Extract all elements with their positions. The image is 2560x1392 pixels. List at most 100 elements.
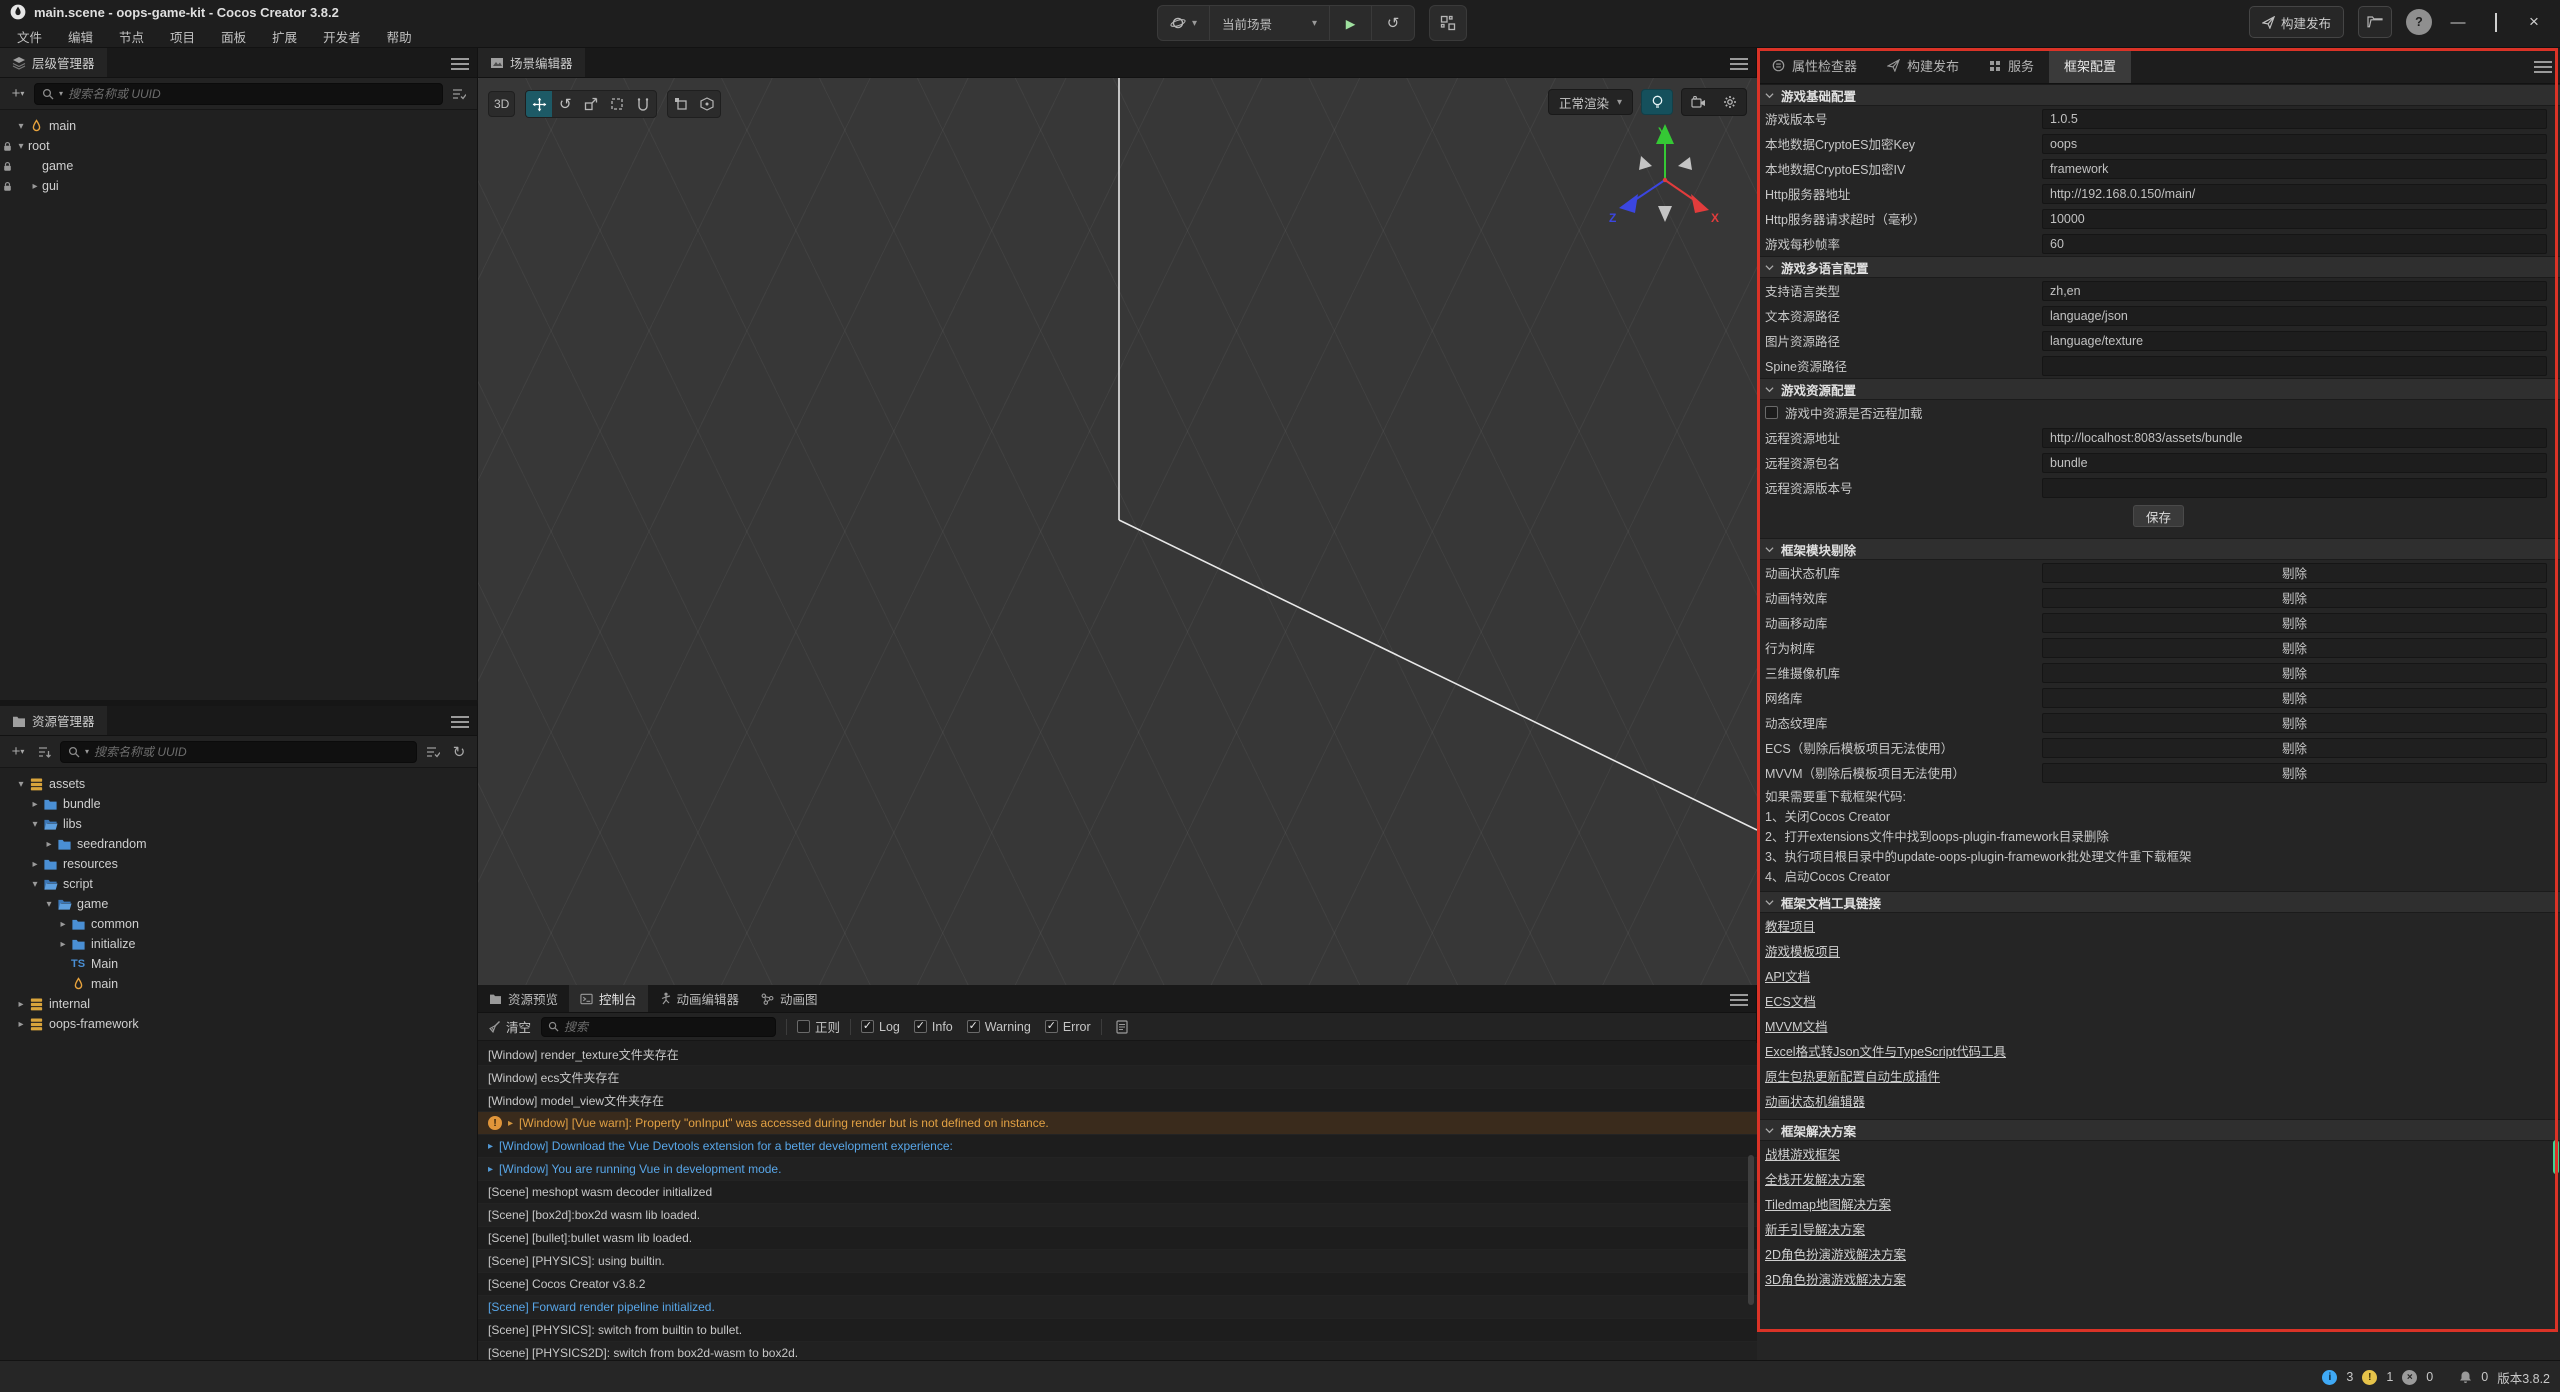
remove-module-button[interactable]: 剔除 xyxy=(2042,663,2547,683)
console-tab-动画图[interactable]: 动画图 xyxy=(750,985,829,1012)
expander-icon[interactable]: ▾ xyxy=(14,779,28,790)
menu-item-扩展[interactable]: 扩展 xyxy=(259,27,310,46)
maximize-button[interactable] xyxy=(2484,14,2508,31)
log-row[interactable]: [Scene] [bullet]:bullet wasm lib loaded. xyxy=(478,1227,1757,1250)
remove-module-button[interactable]: 剔除 xyxy=(2042,688,2547,708)
bell-icon[interactable] xyxy=(2459,1370,2472,1384)
inspector-tab-框架配置[interactable]: 框架配置 xyxy=(2049,48,2131,83)
inspector-tab-属性检查器[interactable]: 属性检查器 xyxy=(1757,48,1872,83)
log-row[interactable]: [Scene] meshopt wasm decoder initialized xyxy=(478,1181,1757,1204)
link-2D角色扮演游戏解决方案[interactable]: 2D角色扮演游戏解决方案 xyxy=(1765,1244,1906,1263)
expander-icon[interactable]: ▸ xyxy=(42,839,56,850)
expander-icon[interactable]: ▸ xyxy=(28,181,42,192)
assets-filter-icon[interactable] xyxy=(423,742,443,762)
search-filter-chevron-icon[interactable]: ▾ xyxy=(85,747,89,756)
property-input[interactable]: http://localhost:8083/assets/bundle xyxy=(2042,428,2547,448)
log-row[interactable]: [Scene] [PHYSICS2D]: switch from box2d-w… xyxy=(478,1342,1757,1360)
tree-row-internal[interactable]: ▸internal xyxy=(0,994,477,1014)
menu-item-节点[interactable]: 节点 xyxy=(106,27,157,46)
coordinate-mode-button[interactable] xyxy=(694,91,720,117)
expander-icon[interactable]: ▸ xyxy=(56,919,70,930)
log-row[interactable]: [Scene] [PHYSICS]: using builtin. xyxy=(478,1250,1757,1273)
inspector-scrollbar[interactable] xyxy=(2553,1140,2559,1174)
property-input[interactable]: zh,en xyxy=(2042,281,2547,301)
remote-load-checkbox-row[interactable]: 游戏中资源是否远程加载 xyxy=(1757,400,2560,425)
tree-row-game[interactable]: ▾game xyxy=(0,894,477,914)
tree-row-resources[interactable]: ▸resources xyxy=(0,854,477,874)
section-header-docs[interactable]: 框架文档工具链接 xyxy=(1757,891,2560,913)
expander-icon[interactable]: ▸ xyxy=(28,799,42,810)
tree-row-main[interactable]: main xyxy=(0,974,477,994)
scene-tab[interactable]: 场景编辑器 xyxy=(478,48,585,77)
link-Tiledmap地图解决方案[interactable]: Tiledmap地图解决方案 xyxy=(1765,1194,1891,1213)
tree-row-script[interactable]: ▾script xyxy=(0,874,477,894)
tree-row-assets[interactable]: ▾assets xyxy=(0,774,477,794)
link-新手引导解决方案[interactable]: 新手引导解决方案 xyxy=(1765,1219,1865,1238)
tree-row-root[interactable]: ▾root xyxy=(0,136,477,156)
hierarchy-search-input[interactable] xyxy=(68,87,435,101)
property-input[interactable] xyxy=(2042,356,2547,376)
section-header-solutions[interactable]: 框架解决方案 xyxy=(1757,1119,2560,1141)
section-header-game-lang[interactable]: 游戏多语言配置 xyxy=(1757,256,2560,278)
property-input[interactable]: bundle xyxy=(2042,453,2547,473)
pivot-mode-button[interactable] xyxy=(668,91,694,117)
remove-module-button[interactable]: 剔除 xyxy=(2042,713,2547,733)
inspector-menu-icon[interactable] xyxy=(2534,58,2552,76)
preview-target-select[interactable]: ▾ xyxy=(1158,6,1210,40)
log-file-icon[interactable] xyxy=(1112,1017,1132,1037)
link-游戏模板项目[interactable]: 游戏模板项目 xyxy=(1765,941,1840,960)
tree-row-bundle[interactable]: ▸bundle xyxy=(0,794,477,814)
property-input[interactable]: oops xyxy=(2042,134,2547,154)
property-input[interactable]: 1.0.5 xyxy=(2042,109,2547,129)
toggle-3d-button[interactable]: 3D xyxy=(488,91,515,117)
menu-item-编辑[interactable]: 编辑 xyxy=(55,27,106,46)
filter-checkbox-Error[interactable]: ✓Error xyxy=(1045,1020,1091,1034)
property-input[interactable]: language/texture xyxy=(2042,331,2547,351)
property-input[interactable]: http://192.168.0.150/main/ xyxy=(2042,184,2547,204)
refresh-assets-icon[interactable]: ↻ xyxy=(449,742,469,762)
log-row[interactable]: [Scene] Forward render pipeline initiali… xyxy=(478,1296,1757,1319)
hierarchy-filter-icon[interactable] xyxy=(449,84,469,104)
console-log-list[interactable]: [Window] render_texture文件夹存在[Window] ecs… xyxy=(478,1043,1757,1360)
log-row[interactable]: [Scene] Cocos Creator v3.8.2 xyxy=(478,1273,1757,1296)
link-教程项目[interactable]: 教程项目 xyxy=(1765,916,1815,935)
expander-icon[interactable]: ▾ xyxy=(14,121,28,132)
preview-device-button[interactable] xyxy=(1429,5,1467,41)
remove-module-button[interactable]: 剔除 xyxy=(2042,738,2547,758)
assets-tab[interactable]: 资源管理器 xyxy=(0,706,107,735)
console-search-input[interactable] xyxy=(564,1020,769,1034)
menu-item-面板[interactable]: 面板 xyxy=(208,27,259,46)
assets-search[interactable]: ▾ xyxy=(60,741,417,763)
expander-icon[interactable]: ▸ xyxy=(28,859,42,870)
tree-row-oops-framework[interactable]: ▸oops-framework xyxy=(0,1014,477,1034)
tree-row-game[interactable]: game xyxy=(0,156,477,176)
remove-module-button[interactable]: 剔除 xyxy=(2042,563,2547,583)
assets-search-input[interactable] xyxy=(94,745,409,759)
property-input[interactable]: 60 xyxy=(2042,234,2547,254)
remove-module-button[interactable]: 剔除 xyxy=(2042,588,2547,608)
scene-light-toggle[interactable] xyxy=(1641,89,1673,115)
remove-module-button[interactable]: 剔除 xyxy=(2042,763,2547,783)
console-tab-资源预览[interactable]: 资源预览 xyxy=(478,985,569,1012)
console-search[interactable] xyxy=(541,1017,776,1037)
error-count-icon[interactable]: × xyxy=(2402,1370,2417,1385)
play-button[interactable]: ▶ xyxy=(1330,6,1372,40)
scene-camera-button[interactable] xyxy=(1682,89,1714,115)
remove-module-button[interactable]: 剔除 xyxy=(2042,613,2547,633)
inspector-tab-构建发布[interactable]: 构建发布 xyxy=(1872,48,1974,83)
info-count-icon[interactable]: i xyxy=(2322,1370,2337,1385)
expander-icon[interactable]: ▸ xyxy=(508,1118,513,1129)
expander-icon[interactable]: ▸ xyxy=(56,939,70,950)
close-button[interactable]: × xyxy=(2522,12,2546,32)
property-input[interactable]: language/json xyxy=(2042,306,2547,326)
property-input[interactable]: framework xyxy=(2042,159,2547,179)
expander-icon[interactable]: ▸ xyxy=(14,999,28,1010)
scene-settings-gear-icon[interactable] xyxy=(1714,89,1746,115)
create-node-button[interactable]: +▾ xyxy=(8,84,28,104)
link-Excel格式转Json文件与TypeScript代码工具[interactable]: Excel格式转Json文件与TypeScript代码工具 xyxy=(1765,1041,2006,1060)
hierarchy-tab[interactable]: 层级管理器 xyxy=(0,48,107,77)
log-row[interactable]: [Scene] [PHYSICS]: switch from builtin t… xyxy=(478,1319,1757,1342)
log-row[interactable]: [Window] render_texture文件夹存在 xyxy=(478,1043,1757,1066)
section-header-game-base[interactable]: 游戏基础配置 xyxy=(1757,84,2560,106)
hierarchy-menu-icon[interactable] xyxy=(451,55,469,73)
